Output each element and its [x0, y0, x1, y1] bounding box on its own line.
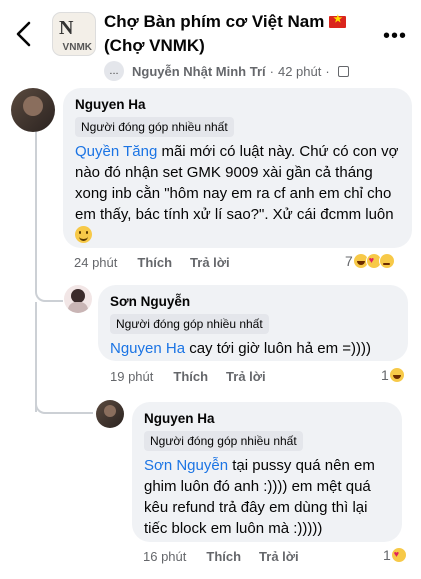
haha-reaction-icon — [388, 367, 405, 383]
like-button[interactable]: Thích — [173, 369, 208, 384]
group-title-text: Chợ Bàn phím cơ Việt Nam — [104, 12, 325, 31]
comment-author[interactable]: Sơn Nguyễn — [110, 293, 396, 311]
comment-actions: 16 phút Thích Trả lời — [143, 549, 317, 564]
group-title[interactable]: Chợ Bàn phím cơ Việt Nam — [104, 12, 347, 32]
reply-button[interactable]: Trả lời — [259, 549, 299, 564]
group-privacy-icon — [337, 65, 349, 77]
post-author: Nguyễn Nhật Minh Trí — [132, 63, 266, 79]
comment-text: Sơn Nguyễn tại pussy quá nên em ghim luô… — [144, 455, 390, 539]
comment-actions: 24 phút Thích Trả lời — [74, 255, 248, 270]
smile-emoji-icon — [75, 226, 92, 243]
comment-time[interactable]: 16 phút — [143, 549, 186, 564]
comment-author[interactable]: Nguyen Ha — [144, 410, 390, 428]
reaction-summary[interactable]: 1 — [381, 367, 405, 383]
reaction-count: 1 — [383, 547, 391, 563]
comment-time[interactable]: 24 phút — [74, 255, 117, 270]
group-subtitle[interactable]: (Chợ VNMK) — [104, 36, 205, 56]
reaction-summary[interactable]: 1 — [383, 547, 407, 563]
avatar[interactable] — [11, 88, 55, 132]
comment-text: Quyền Tăng mãi mới có luật này. Chứ có c… — [75, 141, 400, 246]
ellipsis-avatar-icon: ... — [104, 61, 124, 81]
like-button[interactable]: Thích — [137, 255, 172, 270]
love-reaction-icon — [390, 547, 407, 563]
like-button[interactable]: Thích — [206, 549, 241, 564]
separator-dot: · — [269, 63, 274, 79]
comment-bubble: Nguyen Ha Người đóng góp nhiều nhất Sơn … — [132, 402, 402, 542]
sad-reaction-icon — [378, 253, 395, 269]
comment-body: cay tới giờ luôn hả em =)))) — [185, 340, 372, 357]
post-info[interactable]: ... Nguyễn Nhật Minh Trí · 42 phút · — [104, 60, 349, 82]
top-contributor-badge: Người đóng góp nhiều nhất — [75, 117, 234, 137]
reaction-count: 7 — [345, 253, 353, 269]
back-arrow-icon[interactable] — [8, 18, 40, 50]
top-contributor-badge: Người đóng góp nhiều nhất — [144, 431, 303, 451]
comment-actions: 19 phút Thích Trả lời — [110, 369, 284, 384]
comment-bubble: Nguyen Ha Người đóng góp nhiều nhất Quyề… — [63, 88, 412, 248]
reaction-count: 1 — [381, 367, 389, 383]
comment-text: Nguyen Ha cay tới giờ luôn hả em =)))) — [110, 338, 396, 359]
avatar[interactable] — [64, 285, 92, 313]
mention-link[interactable]: Quyền Tăng — [75, 143, 157, 160]
separator-dot: · — [325, 63, 330, 79]
vietnam-flag-icon — [329, 14, 347, 28]
more-options-icon[interactable]: ••• — [383, 25, 407, 48]
comment-author[interactable]: Nguyen Ha — [75, 96, 400, 114]
thread-connector — [35, 280, 63, 302]
comment-bubble: Sơn Nguyễn Người đóng góp nhiều nhất Ngu… — [98, 285, 408, 361]
reply-button[interactable]: Trả lời — [226, 369, 266, 384]
reply-button[interactable]: Trả lời — [190, 255, 230, 270]
reaction-summary[interactable]: 7 — [345, 253, 395, 269]
comment-time[interactable]: 19 phút — [110, 369, 153, 384]
thread-connector — [35, 396, 93, 414]
top-contributor-badge: Người đóng góp nhiều nhất — [110, 314, 269, 334]
avatar[interactable] — [96, 400, 124, 428]
post-time: 42 phút — [277, 63, 322, 79]
mention-link[interactable]: Nguyen Ha — [110, 340, 185, 357]
group-avatar[interactable]: N VNMK — [52, 12, 96, 56]
mention-link[interactable]: Sơn Nguyễn — [144, 457, 228, 474]
thread-line — [35, 128, 37, 288]
group-header: NVNMK Chợ Bàn phím cơ Việt Nam (Chợ VNMK… — [0, 0, 421, 90]
